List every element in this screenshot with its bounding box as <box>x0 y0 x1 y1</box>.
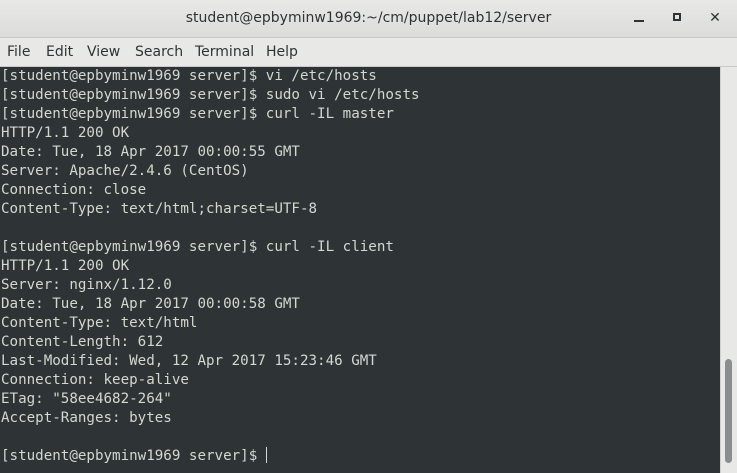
minimize-button[interactable] <box>629 8 649 28</box>
terminal-line: Accept-Ranges: bytes <box>1 410 172 426</box>
terminal-line: Connection: keep-alive <box>1 372 189 388</box>
maximize-button[interactable] <box>668 8 688 28</box>
menu-terminal[interactable]: Terminal <box>195 44 254 60</box>
prompt-text: [student@epbyminw1969 server]$ <box>1 448 266 464</box>
terminal-line: Content-Length: 612 <box>1 334 164 350</box>
terminal-line: HTTP/1.1 200 OK <box>1 125 130 141</box>
terminal-line: Server: Apache/2.4.6 (CentOS) <box>1 163 249 179</box>
minimize-icon <box>634 20 644 22</box>
terminal-line: Date: Tue, 18 Apr 2017 00:00:55 GMT <box>1 144 300 160</box>
menu-file[interactable]: File <box>7 44 30 60</box>
title-bar[interactable]: student@epbyminw1969:~/cm/puppet/lab12/s… <box>0 0 737 38</box>
terminal-line: Last-Modified: Wed, 12 Apr 2017 15:23:46… <box>1 353 377 369</box>
terminal-output[interactable]: [student@epbyminw1969 server]$ vi /etc/h… <box>0 67 720 473</box>
scrollbar-thumb[interactable] <box>725 359 732 463</box>
terminal-line: Content-Type: text/html <box>1 315 198 331</box>
menu-edit[interactable]: Edit <box>46 44 73 60</box>
window-title: student@epbyminw1969:~/cm/puppet/lab12/s… <box>185 10 552 26</box>
terminal-line: HTTP/1.1 200 OK <box>1 258 130 274</box>
terminal-line: [student@epbyminw1969 server]$ curl -IL … <box>1 239 394 255</box>
terminal-line: Server: nginx/1.12.0 <box>1 277 172 293</box>
terminal-line: Connection: close <box>1 182 147 198</box>
terminal-line: Content-Type: text/html;charset=UTF-8 <box>1 201 318 217</box>
menu-view[interactable]: View <box>87 44 120 60</box>
maximize-icon <box>673 13 681 21</box>
menu-search[interactable]: Search <box>135 44 183 60</box>
prompt-line[interactable]: [student@epbyminw1969 server]$ <box>1 447 420 466</box>
close-icon: ✕ <box>709 10 721 26</box>
vertical-scrollbar[interactable] <box>720 67 737 473</box>
text-cursor <box>265 447 267 463</box>
close-button[interactable]: ✕ <box>705 8 725 28</box>
menu-help[interactable]: Help <box>266 44 298 60</box>
menu-bar: File Edit View Search Terminal Help <box>0 38 737 67</box>
terminal-window: student@epbyminw1969:~/cm/puppet/lab12/s… <box>0 0 737 473</box>
terminal-lines: [student@epbyminw1969 server]$ vi /etc/h… <box>1 67 420 466</box>
terminal-line: [student@epbyminw1969 server]$ curl -IL … <box>1 106 394 122</box>
terminal-line: [student@epbyminw1969 server]$ vi /etc/h… <box>1 68 377 84</box>
terminal-line: [student@epbyminw1969 server]$ sudo vi /… <box>1 87 420 103</box>
terminal-line: Date: Tue, 18 Apr 2017 00:00:58 GMT <box>1 296 300 312</box>
terminal-line: ETag: "58ee4682-264" <box>1 391 172 407</box>
